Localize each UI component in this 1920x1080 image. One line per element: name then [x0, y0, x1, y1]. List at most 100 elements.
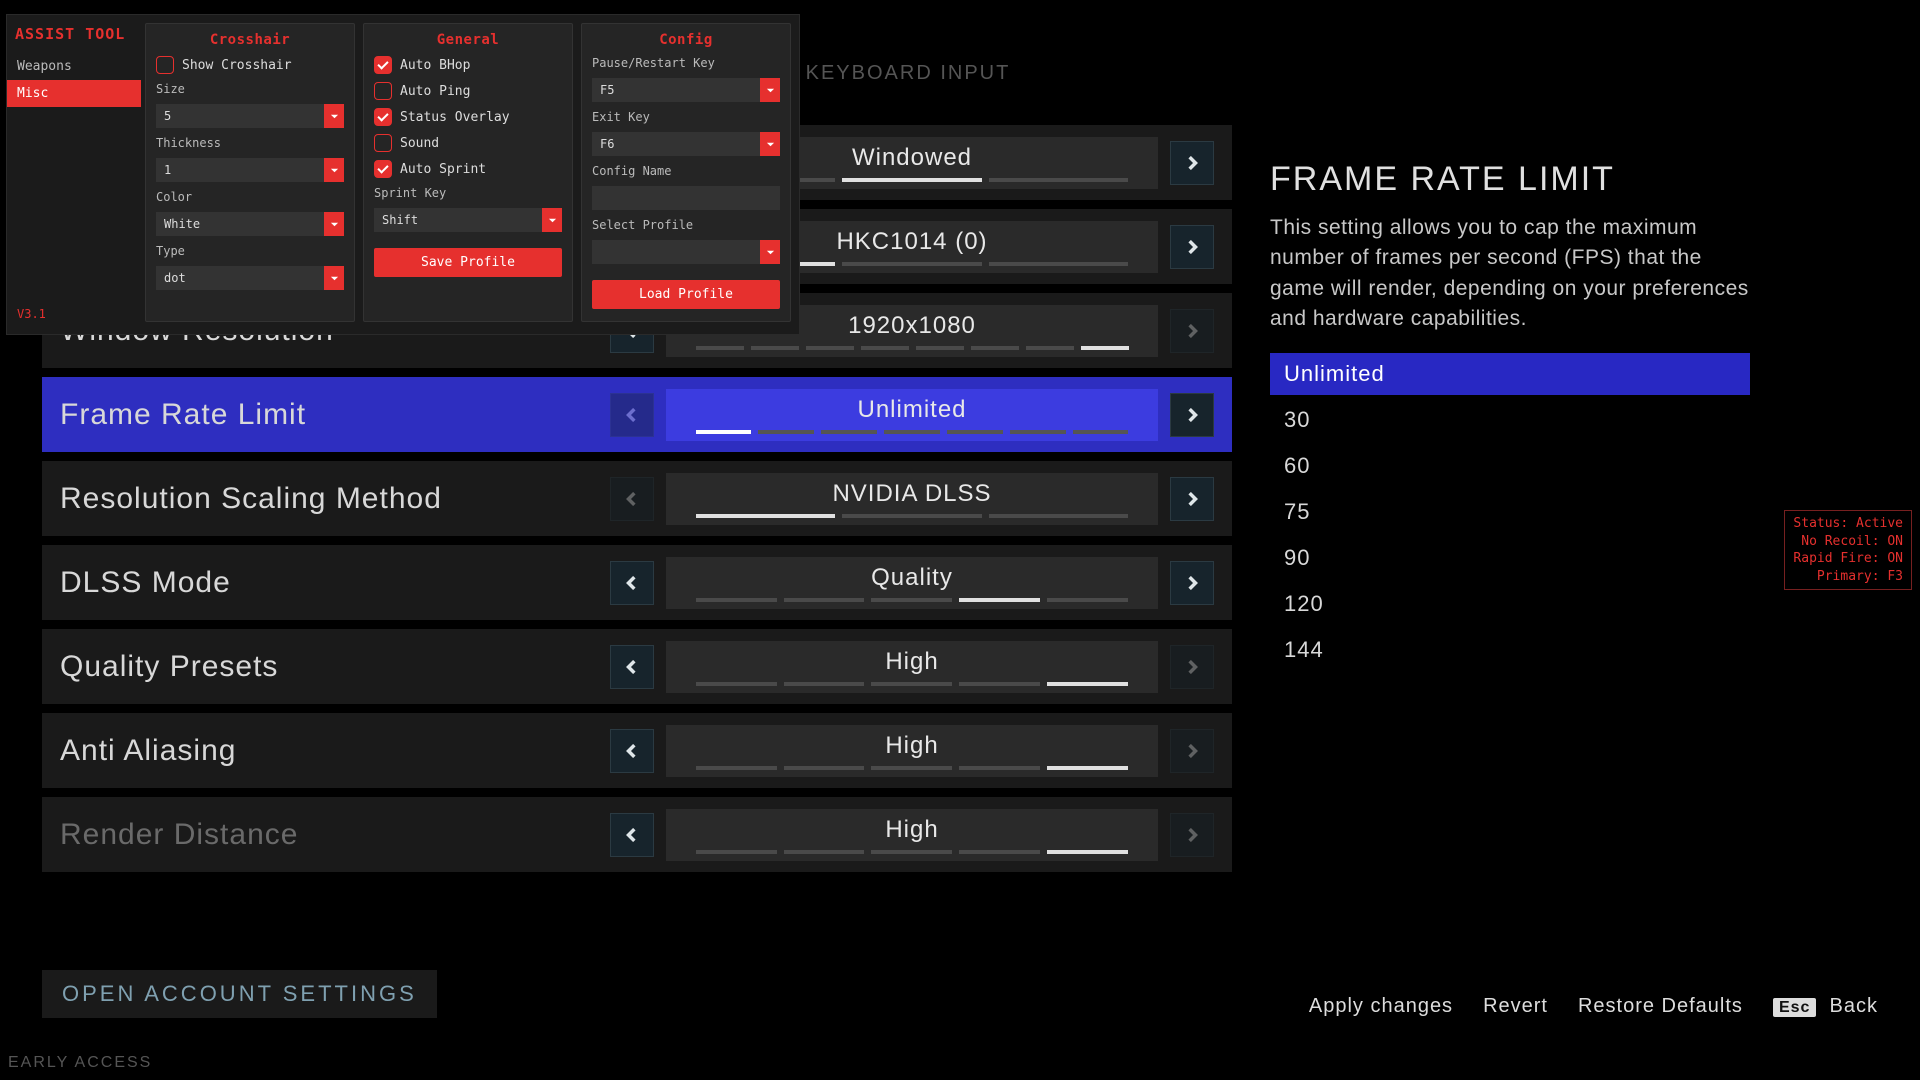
info-description: This setting allows you to cap the maxim…: [1270, 213, 1750, 335]
arrow-left-button[interactable]: [610, 729, 654, 773]
exit-key-label: Exit Key: [592, 110, 780, 124]
crosshair-panel: Crosshair Show Crosshair Size 5 Thicknes…: [145, 23, 355, 322]
arrow-left-button: [610, 393, 654, 437]
info-option[interactable]: Unlimited: [1270, 353, 1750, 395]
restore-defaults-button[interactable]: Restore Defaults: [1578, 995, 1743, 1018]
config-panel: Config Pause/Restart Key F5 Exit Key F6 …: [581, 23, 791, 322]
load-profile-button[interactable]: Load Profile: [592, 280, 780, 309]
overlay-version: V3.1: [7, 297, 141, 331]
info-title: FRAME RATE LIMIT: [1270, 160, 1750, 199]
setting-label: Quality Presets: [60, 650, 610, 684]
arrow-left-button[interactable]: [610, 561, 654, 605]
crosshair-heading: Crosshair: [156, 32, 344, 48]
setting-row-dlss-mode[interactable]: DLSS Mode Quality: [42, 545, 1232, 620]
overlay-nav-misc[interactable]: Misc: [7, 80, 141, 107]
arrow-right-button[interactable]: [1170, 393, 1214, 437]
esc-keycap: Esc: [1773, 998, 1816, 1017]
setting-info-panel: FRAME RATE LIMIT This setting allows you…: [1270, 160, 1750, 671]
color-dropdown[interactable]: White: [156, 212, 344, 236]
info-options: Unlimited30607590120144: [1270, 353, 1750, 671]
sprint-key-dropdown[interactable]: Shift: [374, 208, 562, 232]
setting-value: High: [666, 641, 1158, 693]
setting-label: Resolution Scaling Method: [60, 482, 610, 516]
type-label: Type: [156, 244, 344, 258]
type-dropdown[interactable]: dot: [156, 266, 344, 290]
open-account-settings-button[interactable]: OPEN ACCOUNT SETTINGS: [42, 970, 437, 1018]
overlay-title: ASSIST TOOL: [7, 21, 141, 53]
revert-button[interactable]: Revert: [1483, 995, 1548, 1018]
setting-row-render-distance[interactable]: Render Distance High: [42, 797, 1232, 872]
back-button[interactable]: Esc Back: [1773, 995, 1878, 1018]
setting-value: NVIDIA DLSS: [666, 473, 1158, 525]
chevron-down-icon: [324, 104, 344, 128]
arrow-right-button: [1170, 813, 1214, 857]
early-access-label: EARLY ACCESS: [8, 1054, 152, 1072]
arrow-right-button: [1170, 309, 1214, 353]
info-option[interactable]: 60: [1270, 445, 1750, 487]
overlay-sidebar: ASSIST TOOL WeaponsMisc V3.1: [7, 15, 141, 334]
overlay-nav-weapons[interactable]: Weapons: [7, 53, 141, 80]
show-crosshair-checkbox[interactable]: Show Crosshair: [156, 56, 344, 74]
overlay-nav: WeaponsMisc: [7, 53, 141, 107]
color-label: Color: [156, 190, 344, 204]
exit-key-dropdown[interactable]: F6: [592, 132, 780, 156]
sound-checkbox[interactable]: Sound: [374, 134, 562, 152]
arrow-left-button[interactable]: [610, 645, 654, 689]
chevron-down-icon: [760, 240, 780, 264]
general-panel: General Auto BHop Auto Ping Status Overl…: [363, 23, 573, 322]
thickness-dropdown[interactable]: 1: [156, 158, 344, 182]
setting-label: Render Distance: [60, 818, 610, 852]
setting-value: High: [666, 725, 1158, 777]
setting-row-anti-aliasing[interactable]: Anti Aliasing High: [42, 713, 1232, 788]
footer-actions: Apply changes Revert Restore Defaults Es…: [1309, 995, 1878, 1018]
select-profile-dropdown[interactable]: [592, 240, 780, 264]
config-name-label: Config Name: [592, 164, 780, 178]
config-name-input[interactable]: [592, 186, 780, 210]
auto-sprint-checkbox[interactable]: Auto Sprint: [374, 160, 562, 178]
info-option[interactable]: 90: [1270, 537, 1750, 579]
auto-ping-checkbox[interactable]: Auto Ping: [374, 82, 562, 100]
info-option[interactable]: 30: [1270, 399, 1750, 441]
overlay-panels: Crosshair Show Crosshair Size 5 Thicknes…: [141, 15, 799, 334]
chevron-down-icon: [324, 212, 344, 236]
pause-key-dropdown[interactable]: F5: [592, 78, 780, 102]
info-option[interactable]: 144: [1270, 629, 1750, 671]
arrow-left-button[interactable]: [610, 813, 654, 857]
arrow-left-button: [610, 477, 654, 521]
assist-overlay[interactable]: ASSIST TOOL WeaponsMisc V3.1 Crosshair S…: [6, 14, 800, 335]
select-profile-label: Select Profile: [592, 218, 780, 232]
sprint-key-label: Sprint Key: [374, 186, 562, 200]
thickness-label: Thickness: [156, 136, 344, 150]
size-dropdown[interactable]: 5: [156, 104, 344, 128]
chevron-down-icon: [324, 266, 344, 290]
setting-row-frame-rate-limit[interactable]: Frame Rate Limit Unlimited: [42, 377, 1232, 452]
setting-value: Unlimited: [666, 389, 1158, 441]
arrow-right-button[interactable]: [1170, 477, 1214, 521]
chevron-down-icon: [542, 208, 562, 232]
status-overlay-checkbox[interactable]: Status Overlay: [374, 108, 562, 126]
chevron-down-icon: [760, 132, 780, 156]
save-profile-button[interactable]: Save Profile: [374, 248, 562, 277]
arrow-right-button[interactable]: [1170, 141, 1214, 185]
setting-row-resolution-scaling-method[interactable]: Resolution Scaling Method NVIDIA DLSS: [42, 461, 1232, 536]
info-option[interactable]: 120: [1270, 583, 1750, 625]
size-label: Size: [156, 82, 344, 96]
setting-row-quality-presets[interactable]: Quality Presets High: [42, 629, 1232, 704]
status-hud: Status: Active No Recoil: ON Rapid Fire:…: [1784, 510, 1912, 590]
chevron-down-icon: [324, 158, 344, 182]
setting-value: High: [666, 809, 1158, 861]
info-option[interactable]: 75: [1270, 491, 1750, 533]
pause-key-label: Pause/Restart Key: [592, 56, 780, 70]
arrow-right-button[interactable]: [1170, 561, 1214, 605]
setting-label: Frame Rate Limit: [60, 398, 610, 432]
setting-label: DLSS Mode: [60, 566, 610, 600]
arrow-right-button[interactable]: [1170, 225, 1214, 269]
setting-value: Quality: [666, 557, 1158, 609]
general-heading: General: [374, 32, 562, 48]
setting-label: Anti Aliasing: [60, 734, 610, 768]
tab-keyboard-input[interactable]: KEYBOARD INPUT: [806, 62, 1011, 94]
chevron-down-icon: [760, 78, 780, 102]
auto-bhop-checkbox[interactable]: Auto BHop: [374, 56, 562, 74]
apply-changes-button[interactable]: Apply changes: [1309, 995, 1453, 1018]
config-heading: Config: [592, 32, 780, 48]
